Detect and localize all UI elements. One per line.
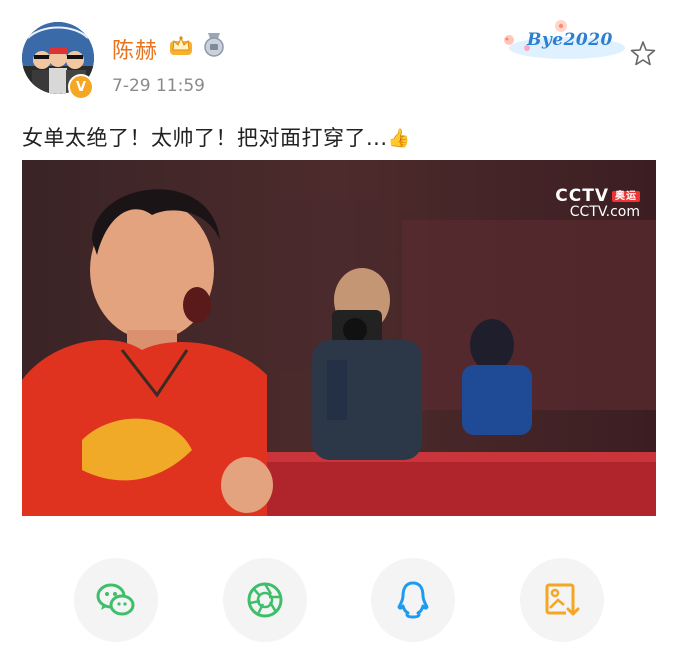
medal-badge-icon[interactable] xyxy=(202,32,226,58)
pendant-label: Bye2020 xyxy=(527,30,613,50)
post-timestamp: 7-29 11:59 xyxy=(112,76,205,96)
post-video[interactable]: CCTV 奥运 CCTV.com xyxy=(22,160,656,516)
wechat-share-button[interactable] xyxy=(74,558,158,642)
author-name[interactable]: 陈赫 xyxy=(112,33,158,65)
moments-shutter-icon xyxy=(247,582,283,618)
crown-badge-icon[interactable] xyxy=(168,32,194,58)
watermark-tag: 奥运 xyxy=(612,191,640,202)
qq-share-button[interactable] xyxy=(371,558,455,642)
watermark-line1: CCTV xyxy=(555,186,609,206)
post-text-content: 女单太绝了！太帅了！把对面打穿了... xyxy=(22,126,388,150)
post-text: 女单太绝了！太帅了！把对面打穿了...👍 xyxy=(22,122,410,152)
watermark-line2: CCTV.com xyxy=(569,204,640,220)
wechat-icon xyxy=(96,583,135,616)
weibo-post: V 陈赫 7-29 11:59 Bye2020 女单太绝了！太帅了！把对面打穿了… xyxy=(0,0,678,667)
save-image-button[interactable] xyxy=(520,558,604,642)
moments-share-button[interactable] xyxy=(223,558,307,642)
star-icon[interactable] xyxy=(630,40,656,66)
thumbs-up-emoji: 👍 xyxy=(387,128,411,149)
verified-badge-icon: V xyxy=(68,74,94,100)
cctv-watermark: CCTV 奥运 CCTV.com xyxy=(555,186,640,220)
qq-penguin-icon xyxy=(397,581,429,619)
save-image-icon xyxy=(545,583,580,618)
share-bar xyxy=(0,558,678,648)
